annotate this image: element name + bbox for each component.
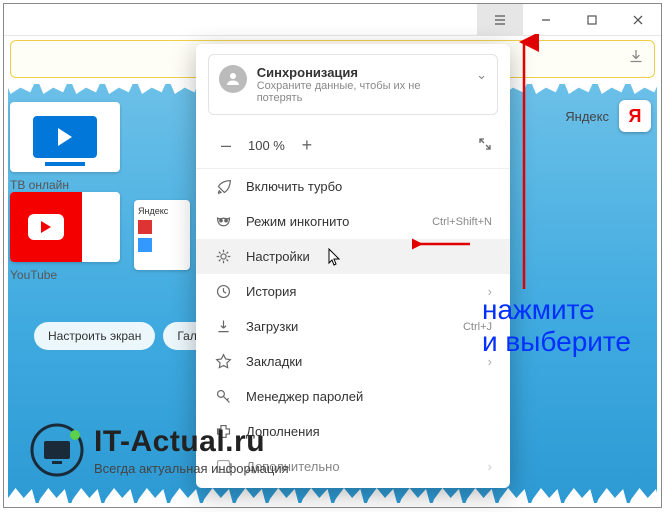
configure-screen-button[interactable]: Настроить экран — [34, 322, 155, 350]
window-minimize-button[interactable] — [523, 4, 569, 35]
menu-item-settings[interactable]: Настройки — [196, 239, 510, 274]
zoom-in-button[interactable]: + — [295, 135, 319, 156]
menu-item-turbo[interactable]: Включить турбо — [196, 169, 510, 204]
mouse-cursor-icon — [328, 248, 342, 271]
yandex-icon: Я — [619, 100, 651, 132]
tile-yandex-label: Яндекс — [138, 206, 186, 216]
menu-item-passwords[interactable]: Менеджер паролей — [196, 379, 510, 414]
zoom-out-button[interactable]: – — [214, 135, 238, 156]
quick-actions: Настроить экран Гал — [34, 322, 211, 350]
watermark-subtitle: Всегда актуальная информация — [94, 461, 289, 476]
avatar-icon — [219, 65, 247, 93]
menu-shortcut: Ctrl+Shift+N — [432, 216, 492, 228]
menu-label: Загрузки — [246, 319, 449, 334]
chevron-right-icon: › — [488, 459, 492, 474]
menu-item-history[interactable]: История › — [196, 274, 510, 309]
tile-caption: YouTube — [10, 268, 120, 282]
tile-yandex-news[interactable]: Яндекс — [134, 200, 190, 270]
speed-dial-tiles: ТВ онлайн YouTube — [10, 102, 120, 282]
menu-item-incognito[interactable]: Режим инкогнито Ctrl+Shift+N — [196, 204, 510, 239]
watermark: IT-Actual.ru Всегда актуальная информаци… — [30, 423, 289, 477]
sync-card[interactable]: Синхронизация Сохраните данные, чтобы их… — [208, 54, 498, 115]
sync-subtitle: Сохраните данные, чтобы их не потерять — [257, 80, 467, 104]
annotation-line: нажмите — [482, 294, 631, 326]
sync-title: Синхронизация — [257, 65, 467, 80]
menu-item-bookmarks[interactable]: Закладки › — [196, 344, 510, 379]
menu-label: Настройки — [246, 249, 492, 264]
torn-edge-bottom — [4, 487, 661, 507]
gear-icon — [214, 248, 232, 265]
menu-label: Закладки — [246, 354, 474, 369]
yandex-bookmark[interactable]: Яндекс Я — [565, 100, 651, 132]
zoom-controls: – 100 % + — [196, 125, 510, 169]
star-icon — [214, 353, 232, 370]
key-icon — [214, 388, 232, 405]
watermark-title: IT-Actual.ru — [94, 425, 289, 459]
menu-label: История — [246, 284, 474, 299]
watermark-logo-icon — [30, 423, 84, 477]
menu-label: Включить турбо — [246, 179, 492, 194]
annotation-text: нажмите и выберите — [482, 294, 631, 358]
download-icon[interactable] — [628, 49, 644, 70]
menu-label: Менеджер паролей — [246, 389, 492, 404]
mask-icon — [214, 213, 232, 230]
clock-icon — [214, 283, 232, 300]
tile-caption: ТВ онлайн — [10, 178, 120, 192]
menu-item-downloads[interactable]: Загрузки Ctrl+J — [196, 309, 510, 344]
yandex-label: Яндекс — [565, 109, 609, 124]
menu-label: Режим инкогнито — [246, 214, 418, 229]
fullscreen-icon[interactable] — [478, 137, 492, 154]
tile-youtube[interactable] — [10, 192, 120, 262]
window-maximize-button[interactable] — [569, 4, 615, 35]
zoom-value: 100 % — [248, 138, 285, 153]
window-close-button[interactable] — [615, 4, 661, 35]
window-titlebar — [4, 4, 661, 36]
chevron-down-icon: ⌄ — [476, 67, 487, 83]
main-menu-dropdown: Синхронизация Сохраните данные, чтобы их… — [196, 44, 510, 488]
tile-tv-online[interactable] — [10, 102, 120, 172]
hamburger-menu-button[interactable] — [477, 4, 523, 35]
annotation-line: и выберите — [482, 326, 631, 358]
rocket-icon — [214, 178, 232, 195]
download-icon — [214, 318, 232, 335]
